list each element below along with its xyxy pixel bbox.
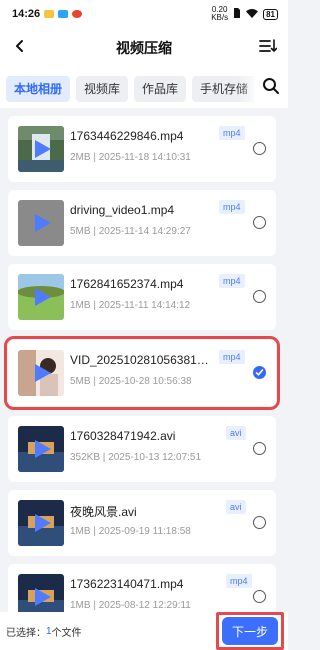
file-name: 1762841652374.mp4 (70, 277, 184, 291)
file-date: 2025-10-13 12:07:51 (108, 452, 202, 463)
select-radio[interactable] (253, 442, 266, 455)
telegram-icon (58, 10, 69, 18)
tab-video-library[interactable]: 视频库 (76, 76, 129, 102)
status-time: 14:26 (12, 8, 41, 20)
check-icon (255, 364, 264, 382)
status-right: 0.20 KB/s 81 (211, 6, 278, 22)
file-size: 352KB (70, 452, 101, 463)
file-date: 2025-11-18 14:10:31 (98, 152, 191, 163)
source-tabs: 本地相册 视频库 作品库 手机存储 (0, 68, 288, 108)
tabs-scroll: 本地相册 视频库 作品库 手机存储 (6, 76, 257, 102)
video-thumbnail (18, 574, 64, 612)
back-button[interactable] (6, 34, 34, 62)
file-list[interactable]: 1763446229846.mp4 mp4 2MB | 2025-11-18 1… (0, 108, 288, 612)
page-title: 视频压缩 (116, 40, 172, 56)
file-name: VID_20251028105638123.mp4 (70, 353, 210, 367)
select-radio[interactable] (253, 142, 266, 155)
meta-separator: | (90, 226, 99, 237)
sim-icon (233, 8, 241, 20)
file-size: 1MB (70, 526, 91, 537)
format-badge: mp4 (219, 350, 245, 364)
status-bar: 14:26 0.20 KB/s 81 (0, 0, 288, 28)
file-name: 1763446229846.mp4 (70, 129, 184, 143)
format-badge: avi (226, 426, 246, 440)
file-size: 5MB (70, 376, 91, 387)
file-meta: 352KB | 2025-10-13 12:07:51 (70, 452, 201, 463)
file-size: 1MB (70, 600, 91, 611)
app-header: 视频压缩 (0, 28, 288, 68)
meta-separator: | (90, 152, 99, 163)
tab-local-album[interactable]: 本地相册 (6, 76, 71, 102)
notification-app-icon (44, 10, 55, 18)
file-date: 2025-11-14 14:29:27 (98, 226, 191, 237)
file-meta: 5MB | 2025-11-14 14:29:27 (70, 226, 191, 237)
file-meta: 1MB | 2025-11-11 14:14:12 (70, 300, 190, 311)
next-step-button[interactable]: 下一步 (222, 617, 278, 645)
notification-app-icon (72, 10, 83, 18)
file-item-selected[interactable]: VID_20251028105638123.mp4 mp4 5MB | 2025… (4, 336, 280, 410)
file-item[interactable]: 夜晚风景.avi avi 1MB | 2025-09-19 11:18:58 (8, 490, 276, 556)
video-thumbnail (18, 274, 64, 320)
selection-prefix: 已选择： (6, 627, 46, 639)
network-speed: 0.20 KB/s (211, 6, 228, 22)
select-radio[interactable] (253, 290, 266, 303)
selection-suffix: 个文件 (51, 627, 82, 639)
select-radio[interactable] (253, 216, 266, 229)
meta-separator: | (90, 600, 99, 611)
file-date: 2025-10-28 10:56:38 (98, 376, 192, 387)
format-badge: avi (226, 500, 246, 514)
file-size: 1MB (70, 300, 91, 311)
meta-separator: | (90, 376, 99, 387)
file-meta: 2MB | 2025-11-18 14:10:31 (70, 152, 191, 163)
select-radio[interactable] (253, 516, 266, 529)
bottom-bar: 已选择： 1 个文件 下一步 (0, 612, 288, 650)
format-badge: mp4 (219, 274, 245, 288)
video-thumbnail (18, 200, 64, 246)
sort-list-icon (259, 38, 278, 59)
file-meta: 1MB | 2025-09-19 11:18:58 (70, 526, 191, 537)
next-button-highlight: 下一步 (216, 612, 284, 650)
meta-separator: | (90, 526, 99, 537)
wifi-icon (246, 8, 259, 20)
file-size: 2MB (70, 152, 91, 163)
format-badge: mp4 (219, 200, 245, 214)
file-size: 5MB (70, 226, 91, 237)
meta-separator: | (100, 452, 109, 463)
search-button[interactable] (254, 68, 288, 108)
meta-separator: | (90, 300, 99, 311)
file-item[interactable]: 1736223140471.mp4 mp4 1MB | 2025-08-12 1… (8, 564, 276, 612)
video-thumbnail (18, 500, 64, 546)
file-name: driving_video1.mp4 (70, 203, 175, 217)
file-item[interactable]: 1762841652374.mp4 mp4 1MB | 2025-11-11 1… (8, 264, 276, 330)
status-left: 14:26 (12, 8, 83, 20)
network-speed-unit: KB/s (211, 13, 229, 22)
format-badge: mp4 (226, 574, 252, 588)
video-thumbnail (18, 126, 64, 172)
select-radio[interactable] (253, 590, 266, 603)
file-item[interactable]: 1760328471942.avi avi 352KB | 2025-10-13… (8, 416, 276, 482)
battery-level: 81 (263, 8, 278, 20)
search-icon (262, 77, 280, 100)
file-meta: 1MB | 2025-08-12 12:29:11 (70, 600, 191, 611)
file-item[interactable]: driving_video1.mp4 mp4 5MB | 2025-11-14 … (8, 190, 276, 256)
file-name: 1760328471942.avi (70, 429, 176, 443)
format-badge: mp4 (219, 126, 245, 140)
sort-button[interactable] (254, 34, 282, 62)
file-date: 2025-08-12 12:29:11 (98, 600, 191, 611)
file-date: 2025-09-19 11:18:58 (98, 526, 191, 537)
video-thumbnail (18, 426, 64, 472)
video-thumbnail (18, 350, 64, 396)
file-meta: 5MB | 2025-10-28 10:56:38 (70, 376, 192, 387)
chevron-left-icon (14, 39, 26, 58)
file-name: 1736223140471.mp4 (70, 577, 184, 591)
file-item[interactable]: 1763446229846.mp4 mp4 2MB | 2025-11-18 1… (8, 116, 276, 182)
file-name: 夜晚风景.avi (70, 505, 137, 519)
tab-works-library[interactable]: 作品库 (134, 76, 187, 102)
file-date: 2025-11-11 14:14:12 (98, 300, 191, 311)
select-radio-checked[interactable] (253, 366, 266, 379)
selection-count: 已选择： 1 个文件 (6, 624, 82, 639)
